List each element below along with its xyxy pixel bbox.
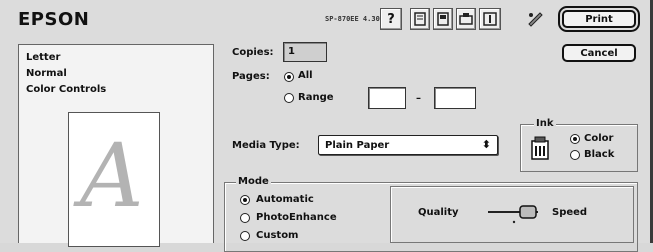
pages-range-radio[interactable] [284, 93, 294, 103]
help-icon[interactable]: ? [380, 8, 402, 30]
ink-cartridge-icon [530, 135, 550, 165]
mode-custom-radio[interactable] [240, 231, 250, 241]
mode-automatic-label: Automatic [256, 194, 314, 205]
mode-title: Mode [236, 176, 271, 187]
print-button[interactable]: Print [558, 6, 640, 32]
paper-size-summary: Letter [26, 52, 61, 63]
utility-icon-3[interactable] [456, 8, 476, 30]
dropdown-arrow-icon: ⬍ [481, 138, 491, 151]
ink-title: Ink [534, 118, 556, 129]
copies-label: Copies: [232, 47, 274, 58]
media-type-select[interactable]: Plain Paper ⬍ [318, 135, 498, 155]
preview-letter: A [80, 124, 144, 227]
mode-photoenhance-radio[interactable] [240, 213, 250, 223]
range-from-input[interactable] [368, 87, 406, 109]
quality-speed-slider[interactable] [486, 204, 542, 230]
cancel-button[interactable]: Cancel [562, 44, 636, 62]
mode-automatic-radio[interactable] [240, 195, 250, 205]
range-to-input[interactable] [434, 87, 476, 109]
utility-icon-4[interactable] [479, 8, 501, 30]
color-summary: Color Controls [26, 84, 107, 95]
media-type-value: Plain Paper [325, 139, 390, 151]
utility-icon-5[interactable] [524, 8, 546, 30]
pages-range-label: Range [298, 92, 334, 103]
ink-color-radio[interactable] [570, 134, 580, 144]
utility-icon-1[interactable] [410, 8, 430, 30]
media-type-label: Media Type: [232, 140, 300, 151]
media-summary: Normal [26, 68, 67, 79]
mode-photoenhance-label: PhotoEnhance [256, 212, 337, 223]
range-dash: – [416, 93, 421, 104]
ink-black-radio[interactable] [570, 150, 580, 160]
quality-label: Quality [418, 207, 459, 218]
brand-logo: EPSON [18, 9, 90, 30]
speed-label: Speed [552, 207, 588, 218]
utility-icon-2[interactable] [433, 8, 453, 30]
ink-color-label: Color [584, 133, 614, 144]
print-dialog: EPSON SP-870EE 4.30E ? Print Cancel Lett… [0, 0, 653, 252]
pages-all-radio[interactable] [284, 72, 294, 82]
driver-version: SP-870EE 4.30E [325, 15, 385, 23]
copies-input[interactable]: 1 [283, 42, 327, 62]
mode-custom-label: Custom [256, 230, 299, 241]
pages-label: Pages: [232, 71, 270, 82]
pages-all-label: All [298, 70, 313, 81]
ink-black-label: Black [584, 149, 615, 160]
